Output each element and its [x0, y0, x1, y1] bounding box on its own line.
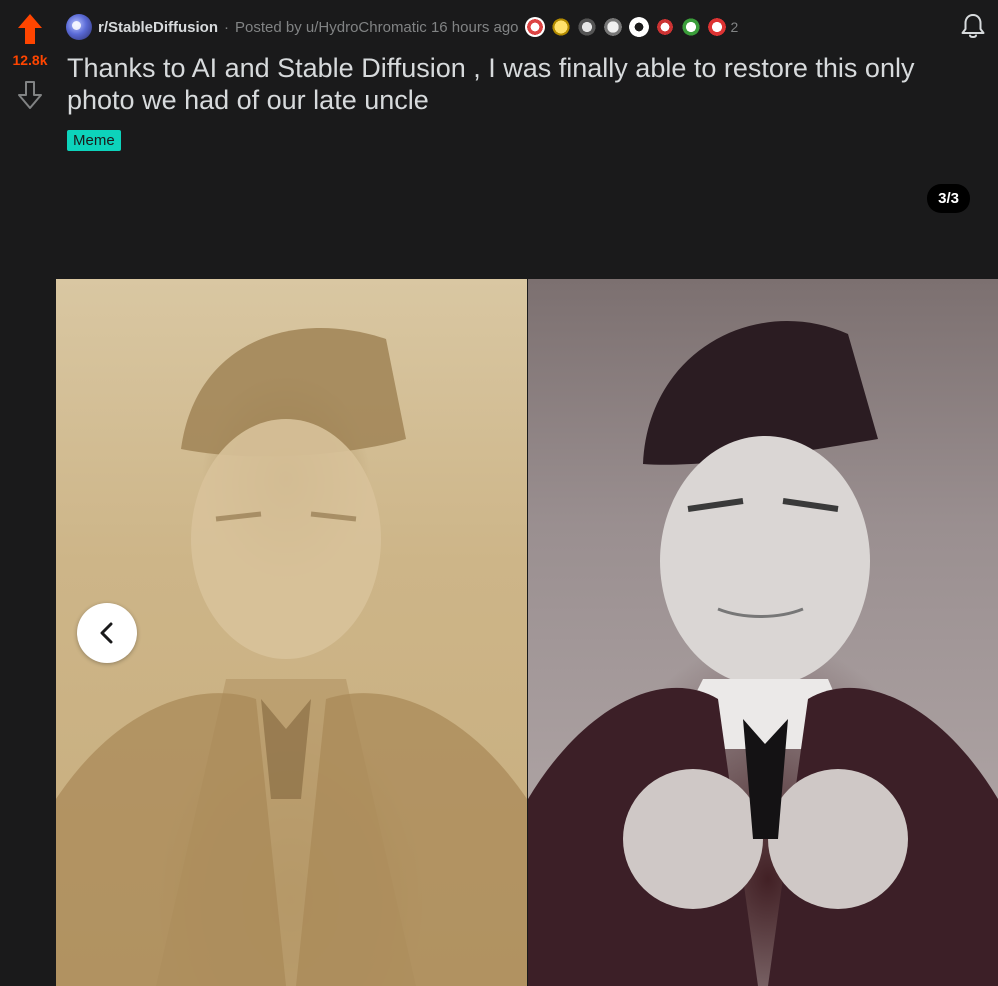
- subreddit-avatar[interactable]: [66, 14, 92, 40]
- vote-column: 12.8k: [0, 0, 60, 120]
- award-icon: [680, 17, 701, 37]
- restored-illustration-figure: [528, 321, 998, 986]
- downvote-icon[interactable]: [17, 80, 43, 110]
- award-icon: [706, 17, 727, 37]
- author-link[interactable]: u/HydroChromatic: [306, 19, 427, 36]
- post-flair[interactable]: Meme: [67, 130, 121, 151]
- award-icon: [524, 17, 545, 37]
- gallery-image[interactable]: [56, 279, 998, 986]
- chevron-left-icon: [100, 622, 113, 644]
- awards-extra-count: 2: [730, 19, 739, 35]
- award-icon: [602, 17, 623, 37]
- upvote-icon[interactable]: [16, 12, 44, 46]
- posted-by-label: Posted by: [235, 18, 302, 36]
- award-icon: [576, 17, 597, 37]
- separator-dot: ·: [224, 18, 230, 36]
- bell-icon[interactable]: [960, 12, 986, 40]
- award-icon: [628, 17, 649, 37]
- restored-illustration: [528, 279, 998, 986]
- vote-score: 12.8k: [12, 52, 48, 68]
- post-time: 16 hours ago: [430, 18, 519, 36]
- awards-list[interactable]: 2: [524, 17, 739, 37]
- post-meta: r/StableDiffusion · Posted by u/HydroChr…: [66, 14, 738, 40]
- gallery-counter: 3/3: [927, 184, 970, 213]
- subreddit-link[interactable]: r/StableDiffusion: [98, 19, 218, 36]
- award-icon: [654, 17, 675, 37]
- award-icon: [550, 17, 571, 37]
- gallery-prev-button[interactable]: [77, 603, 137, 663]
- post-title[interactable]: Thanks to AI and Stable Diffusion , I wa…: [67, 52, 967, 116]
